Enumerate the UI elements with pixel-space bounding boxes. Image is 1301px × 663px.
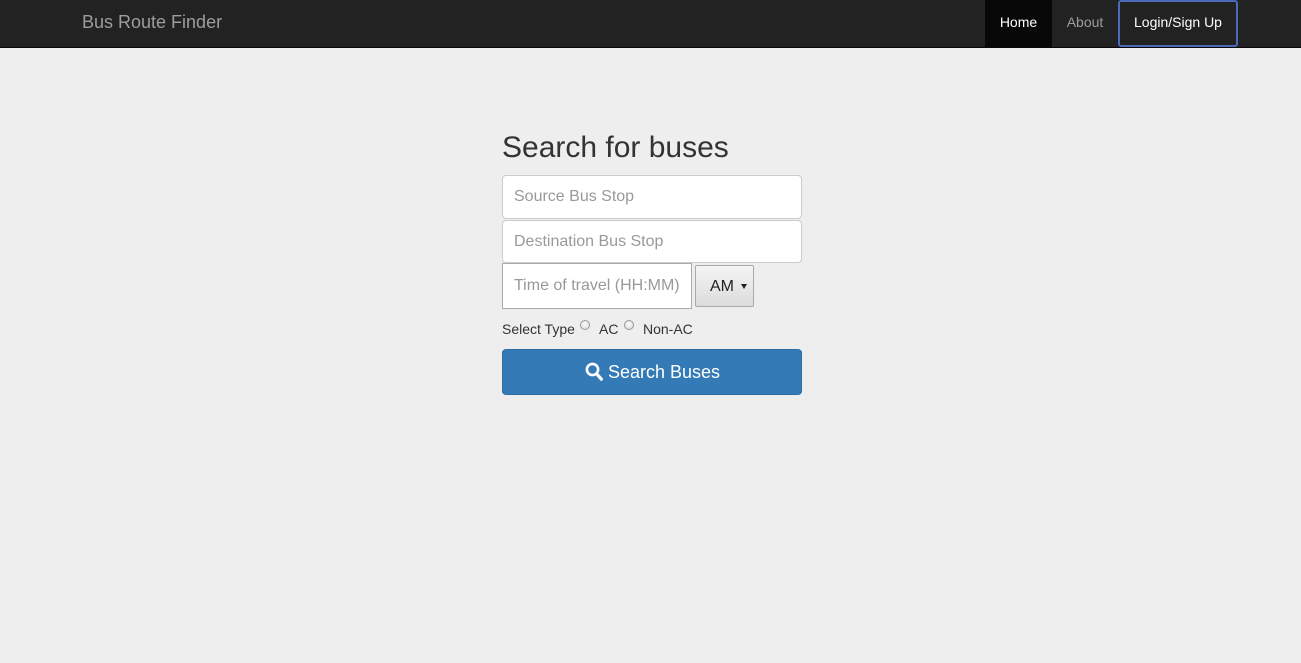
page-title: Search for buses [502, 131, 729, 164]
nav-login-signup[interactable]: Login/Sign Up [1118, 0, 1238, 47]
select-type-label: Select Type [502, 321, 575, 337]
radio-non-ac-label: Non-AC [643, 321, 693, 337]
nav-home[interactable]: Home [985, 0, 1052, 47]
brand-link[interactable]: Bus Route Finder [82, 12, 222, 32]
radio-non-ac[interactable] [624, 320, 634, 330]
am-pm-selected-value: AM [710, 278, 734, 295]
nav-about[interactable]: About [1052, 0, 1118, 47]
top-navbar: Bus Route Finder Home About Login/Sign U… [0, 0, 1301, 48]
am-pm-select[interactable]: AM [695, 265, 754, 307]
radio-ac[interactable] [580, 320, 590, 330]
source-stop-input[interactable] [502, 175, 802, 219]
time-of-travel-input[interactable] [502, 263, 692, 309]
destination-stop-input[interactable] [502, 220, 802, 263]
radio-ac-label: AC [599, 321, 619, 337]
search-buses-label: Search Buses [608, 362, 721, 382]
dropdown-arrow-icon [741, 284, 747, 289]
search-icon [585, 362, 603, 381]
search-buses-button[interactable]: Search Buses [502, 349, 802, 395]
